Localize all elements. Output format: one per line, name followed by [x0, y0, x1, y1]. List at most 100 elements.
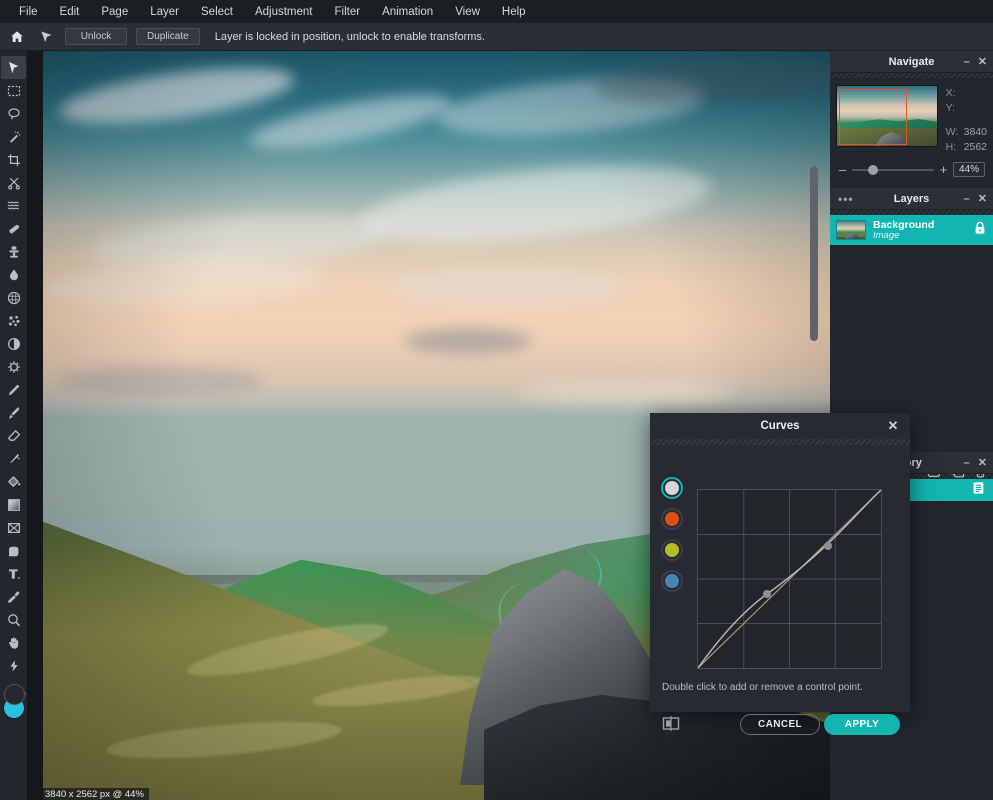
foreground-color-swatch[interactable] [4, 684, 25, 705]
layers-minimize-button[interactable]: – [964, 193, 970, 205]
scissors-cut-tool[interactable] [1, 171, 26, 194]
document-icon [972, 481, 985, 500]
nav-w-value: 3840 [963, 125, 987, 138]
menu-file[interactable]: File [8, 0, 49, 23]
pattern-crossed-box-tool[interactable] [1, 516, 26, 539]
layers-panel-header: ••• Layers – ✕ [830, 188, 993, 210]
menu-select[interactable]: Select [190, 0, 244, 23]
magic-wand-tool[interactable] [1, 125, 26, 148]
blur-droplet-tool[interactable] [1, 263, 26, 286]
curves-dialog[interactable]: Curves ✕ Double click to add or remove a… [650, 413, 910, 735]
dodge-burn-tool[interactable] [1, 332, 26, 355]
menu-page[interactable]: Page [90, 0, 139, 23]
menu-edit[interactable]: Edit [49, 0, 91, 23]
navigator-thumbnail[interactable] [836, 85, 938, 147]
menu-help[interactable]: Help [491, 0, 537, 23]
curves-plot[interactable] [697, 489, 882, 669]
curves-dialog-titlebar[interactable]: Curves ✕ [650, 413, 910, 439]
liquify-waves-tool[interactable] [1, 194, 26, 217]
quick-effects-tool[interactable] [1, 654, 26, 677]
canvas-status-text: 3840 x 2562 px @ 44% [41, 788, 149, 800]
heal-bandage-tool[interactable] [1, 217, 26, 240]
curve-control-point [824, 542, 832, 550]
move-tool[interactable] [1, 56, 26, 79]
nav-y-label: Y: [945, 101, 955, 114]
curves-dialog-body: Double click to add or remove a control … [650, 445, 910, 735]
blue-channel-button[interactable] [661, 570, 683, 592]
nav-h-value: 2562 [963, 140, 987, 153]
apply-button[interactable]: APPLY [824, 714, 900, 735]
layers-panel-menu-button[interactable]: ••• [838, 188, 854, 210]
split-compare-icon[interactable] [662, 715, 680, 737]
layer-kind: Image [873, 229, 900, 241]
navigate-panel-header: Navigate – ✕ [830, 51, 993, 73]
zoom-slider-handle[interactable] [867, 164, 878, 175]
nav-h-label: H: [945, 140, 957, 153]
lasso-tool[interactable] [1, 102, 26, 125]
green-channel-button[interactable] [661, 539, 683, 561]
layer-thumbnail [836, 220, 866, 240]
lock-icon[interactable] [974, 221, 986, 240]
scatter-particles-tool[interactable] [1, 309, 26, 332]
master-channel-button[interactable] [661, 477, 683, 499]
navigate-fields: X: Y: W: 3840 H: 2562 [946, 85, 987, 154]
cancel-button[interactable]: CANCEL [740, 714, 820, 735]
navigate-panel-title: Navigate [888, 55, 935, 68]
eyedropper-tool[interactable] [1, 585, 26, 608]
duplicate-button[interactable]: Duplicate [136, 28, 200, 45]
home-icon[interactable] [7, 27, 27, 47]
unlock-button[interactable]: Unlock [65, 28, 127, 45]
menu-layer[interactable]: Layer [139, 0, 190, 23]
zoom-slider[interactable] [852, 164, 934, 176]
move-tool-icon[interactable] [36, 27, 56, 47]
layer-info: Background Image [873, 218, 967, 241]
zoom-slider-track [852, 168, 934, 171]
menu-animation[interactable]: Animation [371, 0, 444, 23]
curves-hint-text: Double click to add or remove a control … [662, 682, 863, 693]
zoom-out-button[interactable]: – [838, 163, 847, 176]
layers-panel-title: Layers [893, 192, 930, 205]
eraser-tool[interactable] [1, 424, 26, 447]
pan-hand-tool[interactable] [1, 631, 26, 654]
layers-close-button[interactable]: ✕ [978, 193, 987, 205]
layer-name: Background [873, 218, 935, 231]
sharpen-gear-tool[interactable] [1, 355, 26, 378]
navigate-close-button[interactable]: ✕ [978, 56, 987, 68]
navigate-minimize-button[interactable]: – [964, 56, 970, 68]
mesh-warp-tool[interactable] [1, 286, 26, 309]
history-close-button[interactable]: ✕ [978, 457, 987, 469]
zoom-controls: – + 44% [830, 154, 993, 177]
paint-bucket-tool[interactable] [1, 470, 26, 493]
zoom-tool[interactable] [1, 608, 26, 631]
crop-tool[interactable] [1, 148, 26, 171]
navigate-panel-body: X: Y: W: 3840 H: 2562 [830, 78, 993, 154]
text-tool[interactable] [1, 562, 26, 585]
menu-bar: File Edit Page Layer Select Adjustment F… [0, 0, 993, 23]
pencil-tool[interactable] [1, 378, 26, 401]
locked-layer-hint: Layer is locked in position, unlock to e… [214, 30, 485, 43]
paintbrush-tool[interactable] [1, 401, 26, 424]
nav-x-label: X: [945, 86, 956, 99]
options-bar: Unlock Duplicate Layer is locked in posi… [0, 23, 993, 51]
layer-row-background[interactable]: Background Image [830, 215, 993, 245]
zoom-in-button[interactable]: + [939, 163, 948, 176]
image-editor-window: File Edit Page Layer Select Adjustment F… [0, 0, 993, 800]
gradient-tool[interactable] [1, 493, 26, 516]
menu-view[interactable]: View [444, 0, 491, 23]
red-channel-button[interactable] [661, 508, 683, 530]
curves-graph[interactable] [697, 489, 882, 669]
curves-dialog-title: Curves [760, 420, 800, 432]
history-minimize-button[interactable]: – [964, 457, 970, 469]
close-icon[interactable]: ✕ [886, 419, 900, 433]
canvas-vertical-scrollbar[interactable] [810, 166, 818, 341]
zoom-value-input[interactable]: 44% [953, 162, 985, 177]
smudge-brush-tool[interactable] [1, 447, 26, 470]
navigator-viewport-rect[interactable] [839, 89, 907, 145]
menu-filter[interactable]: Filter [324, 0, 372, 23]
color-swatches[interactable]: ⤻ [0, 684, 33, 726]
menu-adjustment[interactable]: Adjustment [244, 0, 324, 23]
curve-control-point [763, 590, 771, 598]
marquee-select-tool[interactable] [1, 79, 26, 102]
shape-tool[interactable] [1, 539, 26, 562]
clone-stamp-tool[interactable] [1, 240, 26, 263]
